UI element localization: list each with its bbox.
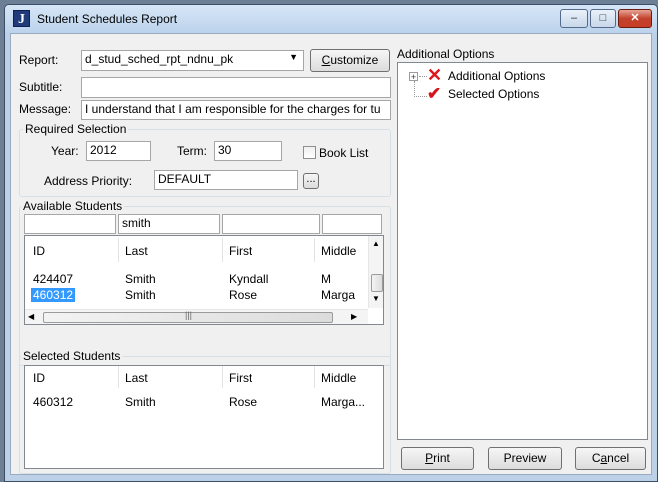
row-last: Smith bbox=[125, 395, 156, 409]
print-hotkey: P bbox=[425, 451, 434, 465]
address-priority-label: Address Priority: bbox=[44, 174, 133, 188]
row-id: 460312 bbox=[33, 395, 74, 409]
table-row[interactable]: 424407 Smith Kyndall M bbox=[25, 272, 368, 288]
column-header-last[interactable]: Last bbox=[125, 371, 148, 385]
customize-button[interactable]: Customize bbox=[310, 49, 390, 72]
preview-button[interactable]: Preview bbox=[488, 447, 562, 470]
row-first: Kyndall bbox=[229, 272, 269, 286]
column-divider bbox=[118, 366, 119, 388]
available-students-list[interactable]: ID Last First Middle 424407 Smith Kyndal… bbox=[24, 235, 384, 325]
column-header-middle[interactable]: Middle bbox=[321, 371, 356, 385]
selected-students-list[interactable]: ID Last First Middle 460312 Smith Rose M… bbox=[24, 365, 384, 469]
year-input[interactable]: 2012 bbox=[86, 141, 151, 161]
dialog-client-area: Report: d_stud_sched_rpt_ndnu_pk ▼ Custo… bbox=[10, 33, 652, 475]
table-row[interactable]: 460312 Smith Rose Marga... bbox=[25, 395, 383, 411]
minimize-button[interactable]: – bbox=[560, 9, 588, 28]
report-label: Report: bbox=[19, 53, 59, 67]
cancel-label-rest: ncel bbox=[607, 451, 630, 465]
print-button[interactable]: Print bbox=[401, 447, 474, 470]
column-divider bbox=[314, 366, 315, 388]
row-middle: Marga... bbox=[321, 395, 366, 409]
subtitle-label: Subtitle: bbox=[19, 80, 63, 94]
row-last: Smith bbox=[125, 288, 156, 302]
report-select[interactable]: d_stud_sched_rpt_ndnu_pk ▼ bbox=[81, 50, 304, 71]
term-label: Term: bbox=[177, 144, 207, 158]
cancel-button[interactable]: Cancel bbox=[575, 447, 646, 470]
column-divider bbox=[118, 238, 119, 262]
scroll-left-icon[interactable]: ◀ bbox=[28, 312, 34, 321]
year-label: Year: bbox=[51, 144, 79, 158]
row-last: Smith bbox=[125, 272, 156, 286]
tree-connector bbox=[414, 81, 415, 97]
row-middle: Marga bbox=[321, 288, 356, 302]
title-bar[interactable]: J Student Schedules Report – □ ✕ bbox=[5, 5, 657, 33]
filter-first-input[interactable] bbox=[222, 214, 320, 234]
column-divider bbox=[222, 238, 223, 262]
scroll-right-icon[interactable]: ▶ bbox=[351, 312, 357, 321]
window-title: Student Schedules Report bbox=[37, 12, 178, 26]
list-header: ID Last First Middle bbox=[25, 366, 383, 390]
column-divider bbox=[222, 366, 223, 388]
column-header-middle[interactable]: Middle bbox=[321, 244, 365, 258]
row-id-selected: 460312 bbox=[31, 288, 76, 302]
list-header: ID Last First Middle bbox=[25, 236, 368, 262]
subtitle-input[interactable] bbox=[81, 77, 391, 98]
term-input[interactable]: 30 bbox=[214, 141, 282, 161]
tree-item-additional-options[interactable]: Additional Options bbox=[448, 69, 545, 83]
customize-label: ustomize bbox=[330, 53, 379, 67]
required-selection-title: Required Selection bbox=[23, 122, 129, 136]
row-first: Rose bbox=[229, 395, 258, 409]
row-first: Rose bbox=[229, 288, 258, 302]
browse-button[interactable]: ... bbox=[303, 173, 319, 189]
scroll-up-icon[interactable]: ▲ bbox=[372, 239, 380, 248]
column-header-first[interactable]: First bbox=[229, 371, 252, 385]
row-id: 424407 bbox=[33, 272, 74, 286]
column-header-first[interactable]: First bbox=[229, 244, 252, 258]
column-header-id[interactable]: ID bbox=[33, 371, 45, 385]
chevron-down-icon: ▼ bbox=[289, 52, 298, 62]
tree-item-selected-options[interactable]: Selected Options bbox=[448, 87, 539, 101]
red-check-icon: ✔ bbox=[427, 84, 442, 103]
app-logo-icon: J bbox=[13, 10, 30, 27]
options-tree[interactable]: + ✕ Additional Options ✔ Selected Option… bbox=[397, 62, 648, 440]
vertical-scrollbar[interactable]: ▲ ▼ bbox=[368, 236, 383, 308]
available-students-title: Available Students bbox=[21, 199, 125, 213]
booklist-checkbox[interactable] bbox=[303, 146, 316, 159]
grip-icon: ||| bbox=[185, 310, 193, 320]
report-window: J Student Schedules Report – □ ✕ Report:… bbox=[4, 4, 658, 482]
scroll-thumb[interactable] bbox=[371, 274, 383, 292]
tree-connector bbox=[419, 76, 427, 77]
column-header-last[interactable]: Last bbox=[125, 244, 148, 258]
scroll-down-icon[interactable]: ▼ bbox=[372, 294, 380, 303]
report-select-value: d_stud_sched_rpt_ndnu_pk bbox=[85, 52, 234, 66]
close-button[interactable]: ✕ bbox=[618, 9, 652, 28]
column-divider bbox=[314, 238, 315, 262]
horizontal-scrollbar[interactable]: ◀ ||| ▶ bbox=[25, 309, 368, 324]
row-id: 460312 bbox=[31, 288, 76, 302]
column-header-id[interactable]: ID bbox=[33, 244, 45, 258]
table-row[interactable]: 460312 Smith Rose Marga bbox=[25, 288, 368, 304]
selected-students-title: Selected Students bbox=[21, 349, 123, 363]
filter-id-input[interactable] bbox=[24, 214, 116, 234]
message-input[interactable]: I understand that I am responsible for t… bbox=[81, 100, 391, 120]
maximize-button[interactable]: □ bbox=[590, 9, 616, 28]
expand-icon[interactable]: + bbox=[409, 72, 418, 82]
filter-last-input[interactable]: smith bbox=[118, 214, 220, 234]
booklist-label: Book List bbox=[319, 146, 369, 160]
customize-hotkey: C bbox=[321, 53, 331, 67]
tree-connector bbox=[414, 96, 427, 97]
additional-options-title: Additional Options bbox=[397, 47, 495, 61]
address-priority-input[interactable]: DEFAULT bbox=[154, 170, 298, 190]
red-x-icon: ✕ bbox=[427, 65, 443, 85]
print-label: rint bbox=[433, 451, 450, 465]
message-label: Message: bbox=[19, 102, 72, 116]
row-middle: M bbox=[321, 272, 331, 286]
filter-middle-input[interactable] bbox=[322, 214, 382, 234]
